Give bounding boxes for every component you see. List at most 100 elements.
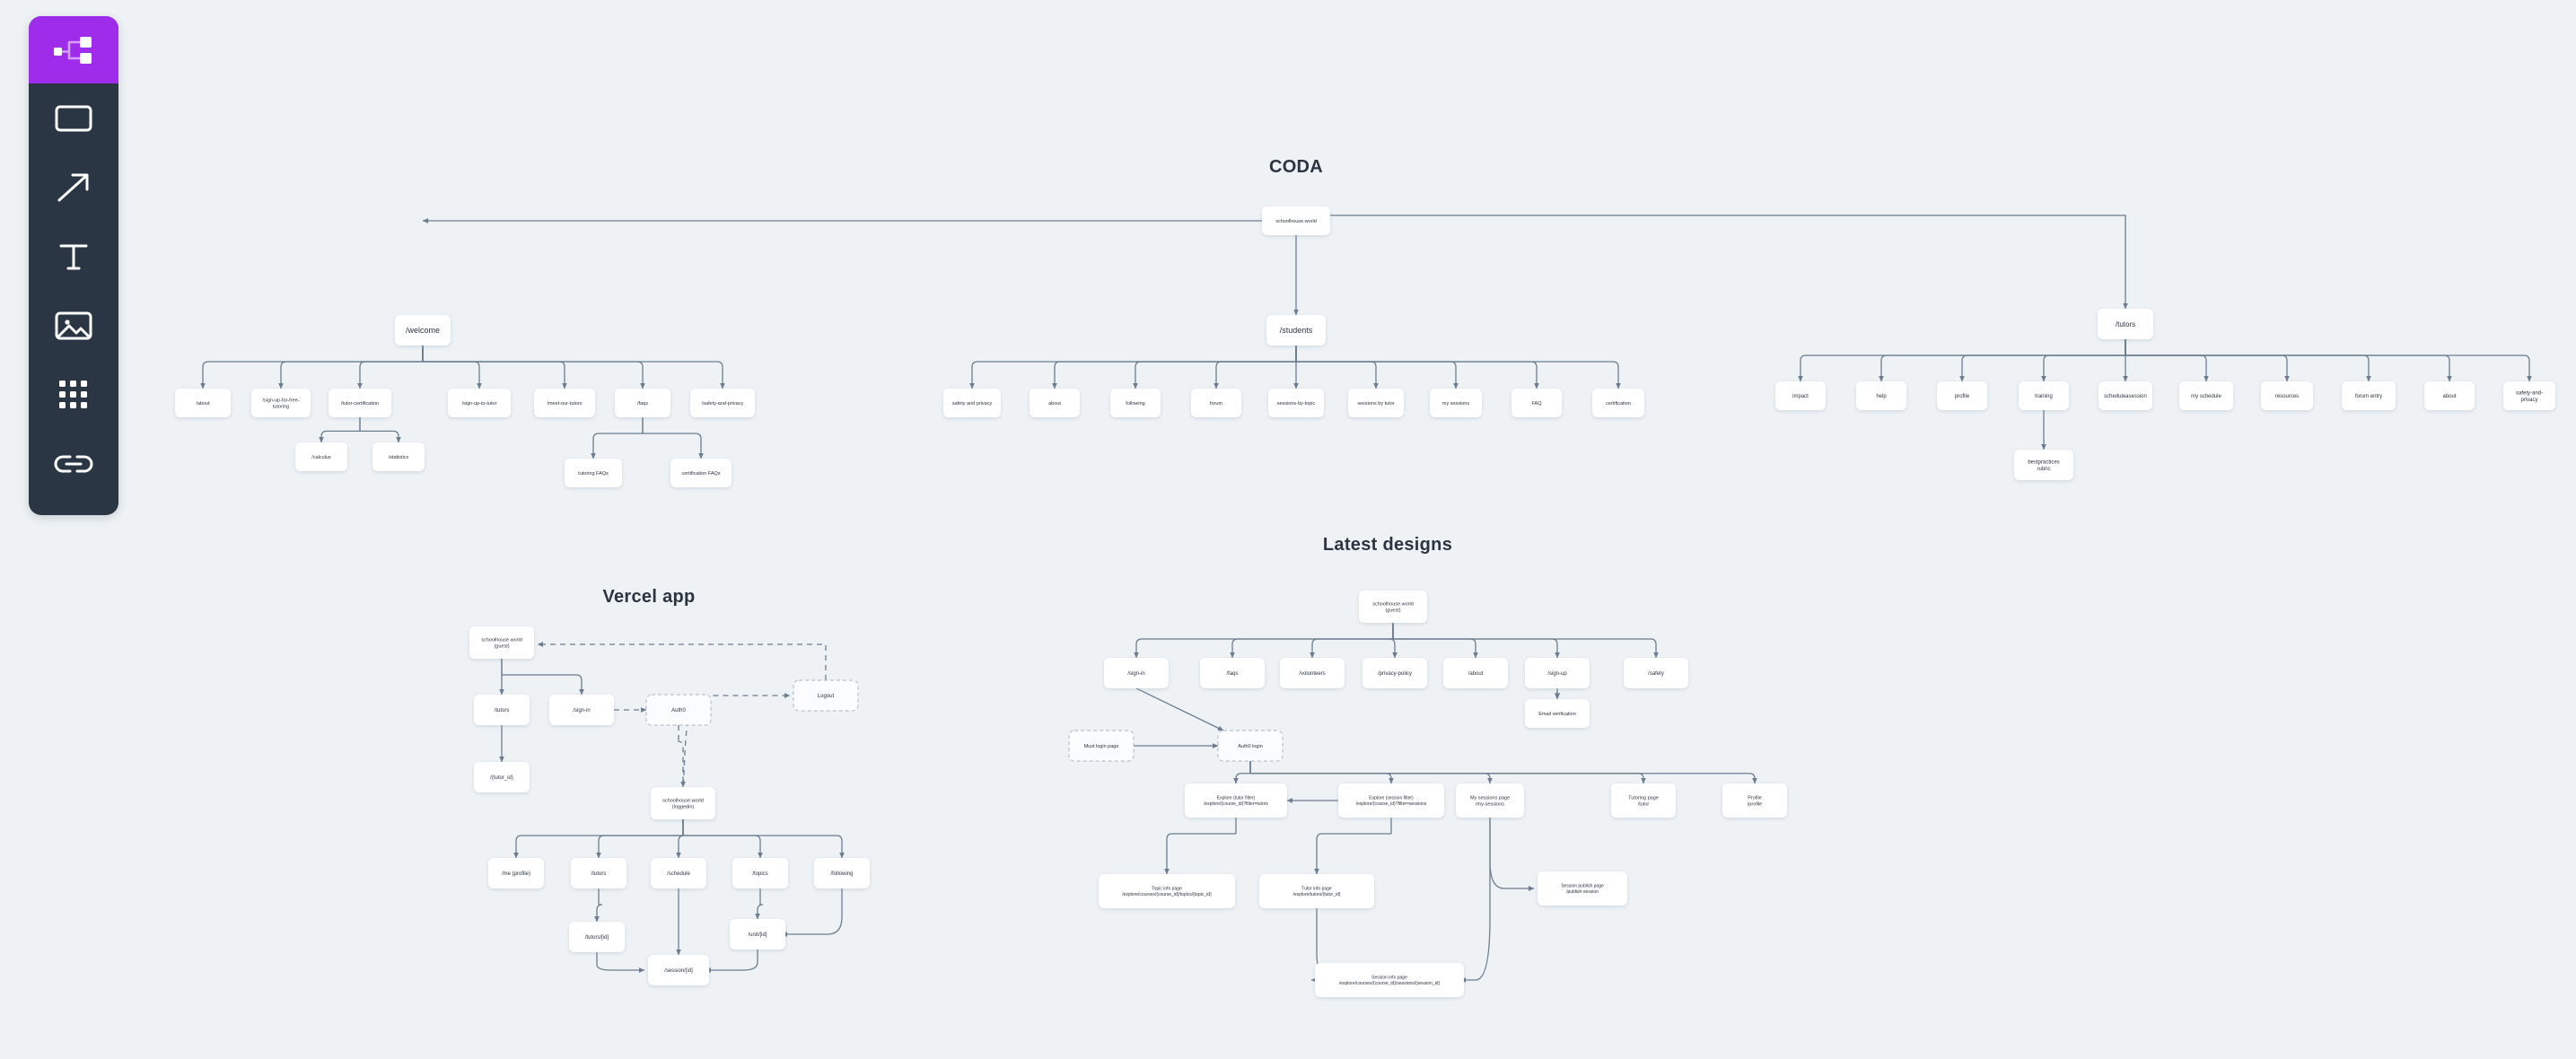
node-s-safety[interactable]: safety and privacy: [943, 389, 1001, 417]
node-label: /faqs: [1226, 671, 1238, 677]
node-label: Auth0: [671, 708, 686, 713]
node-c-tutorfaqs[interactable]: tutoring FAQs: [565, 459, 622, 487]
node-t-training[interactable]: training: [2019, 381, 2069, 410]
node-label: sessions-by-topic: [1277, 401, 1316, 407]
node-l-profile[interactable]: Profile/profile: [1722, 783, 1787, 818]
edge-v-auth0-to-v-loggedin: [678, 725, 683, 787]
whiteboard-canvas[interactable]: schoolhouse.world/welcome/students/tutor…: [0, 0, 2576, 1059]
sitemap-diagram[interactable]: schoolhouse.world/welcome/students/tutor…: [0, 0, 2576, 1059]
node-t-resources[interactable]: resources: [2261, 381, 2313, 410]
node-t-safety[interactable]: safety-and-privacy: [2503, 381, 2555, 410]
nodes-layer[interactable]: schoolhouse.world/welcome/students/tutor…: [175, 206, 2555, 997]
node-c-about[interactable]: /about: [175, 389, 231, 417]
sitemap-logo-icon[interactable]: [29, 16, 118, 83]
tool-rail[interactable]: [29, 16, 118, 515]
node-label: forum: [1210, 401, 1222, 407]
node-l-faqs[interactable]: /faqs: [1200, 658, 1265, 688]
node-c-faqs[interactable]: /faqs: [615, 389, 670, 417]
node-t-myschedule[interactable]: my schedule: [2179, 381, 2233, 410]
node-t-about[interactable]: about: [2424, 381, 2475, 410]
node-s-cert[interactable]: certification: [1592, 389, 1644, 417]
node-c-statistics[interactable]: /statistics: [372, 442, 425, 471]
node-v-sessionid[interactable]: /session/[id]: [648, 955, 709, 985]
node-v-tutors2[interactable]: /tutors: [571, 858, 626, 888]
node-v-tutorsid[interactable]: /tutors/[id]: [569, 922, 625, 952]
node-label: /sign-up: [1547, 671, 1567, 677]
node-v-tutorid[interactable]: /(tutor_id): [474, 762, 530, 792]
node-v-schedule[interactable]: /schedule: [651, 858, 706, 888]
node-c-tutorcert[interactable]: /tutor-certification: [329, 389, 391, 417]
node-l-mysessions[interactable]: My sessions page/my-sessions: [1456, 783, 1524, 818]
edge-l-signin-to-l-auth0login: [1135, 687, 1224, 731]
grid-tool-icon[interactable]: [29, 360, 118, 429]
node-l-tutoring[interactable]: Tutoring page/tutor: [1611, 783, 1676, 818]
image-tool-icon[interactable]: [29, 291, 118, 360]
node-l-signup[interactable]: /sign-up: [1525, 658, 1590, 688]
node-label: certification: [1606, 401, 1631, 407]
node-v-loggedin[interactable]: schoolhouse.world (loggedin): [651, 787, 715, 819]
node-v-unitid[interactable]: /unit/[id]: [730, 919, 785, 950]
node-label: Email verification: [1538, 712, 1576, 717]
section-title-coda: CODA: [1269, 157, 1323, 177]
node-l-auth0login[interactable]: Auth0 login: [1217, 730, 1284, 762]
node-v-auth0[interactable]: Auth0: [645, 694, 712, 726]
node-t-help[interactable]: help: [1856, 381, 1906, 410]
node-v-tutors[interactable]: /tutors: [474, 695, 530, 725]
node-s-bytutor[interactable]: sessions by tutor: [1348, 389, 1404, 417]
node-c-meettutors[interactable]: /meet-our-tutors: [534, 389, 595, 417]
node-s-forum[interactable]: forum: [1191, 389, 1241, 417]
node-s-about[interactable]: about: [1030, 389, 1080, 417]
node-l-about[interactable]: /about: [1443, 658, 1508, 688]
node-v-logout[interactable]: Logout: [793, 679, 859, 712]
node-t-impact[interactable]: impact: [1775, 381, 1826, 410]
node-c-calculus[interactable]: /calculus: [295, 442, 347, 471]
node-label: /schedule: [667, 871, 690, 877]
node-v-following[interactable]: /following: [814, 858, 870, 888]
node-l-mustlogin[interactable]: Must login page: [1068, 730, 1135, 762]
edge-c-welcome-to-c-tutorcert: [360, 346, 424, 389]
edge-c-students-to-s-about: [1055, 346, 1297, 389]
node-t-forum[interactable]: forum entry: [2342, 381, 2396, 410]
node-l-safety[interactable]: /safety: [1624, 658, 1688, 688]
node-label: /me (profile): [502, 871, 530, 877]
node-l-tutorinfo[interactable]: Tutor info page/explore/tutors/{tutor_id…: [1259, 874, 1374, 908]
node-s-faq[interactable]: FAQ: [1511, 389, 1562, 417]
node-l-volunteers[interactable]: /volunteers: [1280, 658, 1345, 688]
node-label: /about: [1468, 671, 1484, 677]
node-v-topics[interactable]: /topics: [732, 858, 788, 888]
node-l-signin[interactable]: /sign-in: [1104, 658, 1169, 688]
node-c-root[interactable]: schoolhouse.world: [1262, 206, 1330, 235]
node-c-safety[interactable]: /safety-and-privacy: [690, 389, 755, 417]
node-l-guest[interactable]: schoolhouse.world (guest): [1359, 591, 1427, 623]
node-l-topicinfo[interactable]: Topic info page/explore/courses/{course_…: [1099, 874, 1235, 908]
node-c-certfaqs[interactable]: certification FAQs: [670, 459, 732, 487]
node-c-tutors[interactable]: /tutors: [2098, 309, 2153, 339]
node-l-privacy[interactable]: /privacy-policy: [1362, 658, 1427, 688]
node-t-profile[interactable]: profile: [1937, 381, 1987, 410]
node-t-rubric[interactable]: bestpractices rubric: [2014, 450, 2073, 480]
edge-c-welcome-to-c-about: [203, 346, 424, 389]
node-l-sessioninfo[interactable]: Session info page/explore/courses/{cours…: [1315, 963, 1464, 997]
arrow-tool-icon[interactable]: [29, 153, 118, 222]
node-l-exploretutor[interactable]: Explore (tutor filter)/explore/{course_i…: [1185, 783, 1287, 818]
node-l-exploresession[interactable]: Explore (session filter)/explore/{course…: [1338, 783, 1444, 818]
node-l-emailver[interactable]: Email verification: [1525, 699, 1590, 728]
edge-c-tutorcert-to-c-statistics: [359, 417, 399, 442]
text-tool-icon[interactable]: [29, 222, 118, 291]
node-t-schedule[interactable]: scheduleasession: [2098, 381, 2152, 410]
node-c-signuptutor[interactable]: /sign-up-to-tutor: [448, 389, 511, 417]
node-c-welcome[interactable]: /welcome: [395, 315, 451, 346]
node-c-students[interactable]: /students: [1266, 315, 1326, 346]
node-v-guest[interactable]: schoolhouse.world (guest): [469, 626, 534, 659]
node-v-me[interactable]: /me (profile): [488, 858, 544, 888]
node-s-bytopic[interactable]: sessions-by-topic: [1268, 389, 1324, 417]
node-label: My sessions page/my-sessions: [1470, 795, 1510, 807]
link-tool-icon[interactable]: [29, 429, 118, 498]
rectangle-tool-icon[interactable]: [29, 83, 118, 153]
node-v-signin[interactable]: /sign-in: [549, 695, 614, 725]
edge-l-exploresession-to-l-tutorinfo: [1317, 818, 1392, 874]
node-c-signupfree[interactable]: /sign-up-for-free-tutoring: [251, 389, 311, 417]
node-l-sessionpublish[interactable]: Session publish page/publish-session: [1538, 871, 1627, 906]
node-s-following[interactable]: following: [1110, 389, 1161, 417]
node-s-mysess[interactable]: my sessions: [1430, 389, 1482, 417]
